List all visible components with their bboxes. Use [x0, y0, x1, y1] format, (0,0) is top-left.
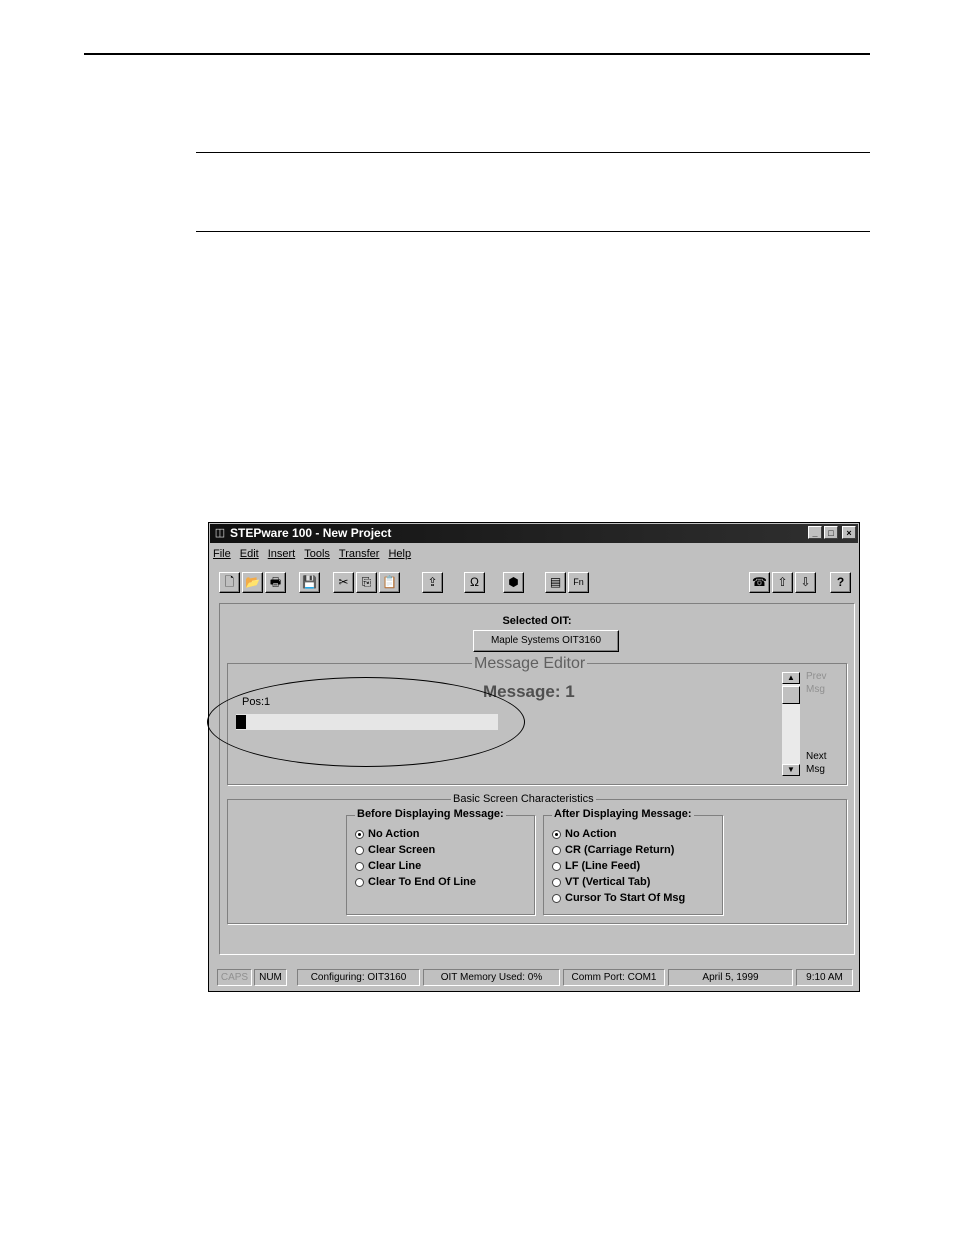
before-option-clear-screen[interactable]: Clear Screen — [355, 844, 435, 856]
after-option-no-action[interactable]: No Action — [552, 828, 617, 840]
radio-selected[interactable] — [552, 829, 561, 839]
menu-file[interactable]: File — [213, 545, 231, 563]
after-option-lf[interactable]: LF (Line Feed) — [552, 860, 640, 872]
dial-icon[interactable]: ☎ — [749, 572, 770, 593]
status-caps: CAPS — [217, 969, 252, 986]
menu-tools[interactable]: Tools — [304, 545, 330, 563]
scroll-down-arrow-icon[interactable]: ▼ — [782, 764, 800, 776]
radio[interactable] — [355, 877, 364, 887]
before-display-title: Before Displaying Message: — [355, 808, 506, 820]
status-num: NUM — [254, 969, 287, 986]
option-label: VT (Vertical Tab) — [565, 876, 651, 888]
radio[interactable] — [552, 861, 561, 871]
copy-icon[interactable]: ⎘ — [356, 572, 377, 593]
toolbar: 🗋 📂 🖶 💾 ✂ ⎘ 📋 ⇪ Ω ⬢ ▤ Fn ☎ ⇧ ⇩ ? — [209, 567, 859, 595]
radio[interactable] — [552, 877, 561, 887]
status-configuring: Configuring: OIT3160 — [297, 969, 420, 986]
after-option-vt[interactable]: VT (Vertical Tab) — [552, 876, 650, 888]
status-comm-port: Comm Port: COM1 — [563, 969, 665, 986]
heading-rule-top — [196, 152, 870, 153]
menu-insert[interactable]: Insert — [268, 545, 296, 563]
before-display-group: Before Displaying Message: No Action Cle… — [346, 808, 535, 915]
highlight-ellipse — [207, 677, 525, 767]
option-label: Cursor To Start Of Msg — [565, 892, 686, 904]
option-label: Clear To End Of Line — [368, 876, 476, 888]
title-bar[interactable]: ◫ STEPware 100 - New Project _ □ × — [210, 524, 858, 543]
message-scrollbar[interactable]: ▲ ▼ — [782, 672, 800, 776]
basic-screen-title: Basic Screen Characteristics — [451, 793, 596, 805]
help-icon[interactable]: ? — [830, 572, 851, 593]
option-label: Clear Screen — [368, 844, 436, 856]
app-icon[interactable]: ◫ — [213, 526, 227, 540]
option-label: CR (Carriage Return) — [565, 844, 675, 856]
option-label: LF (Line Feed) — [565, 860, 641, 872]
message-editor-title: Message Editor — [472, 655, 588, 673]
radio[interactable] — [355, 861, 364, 871]
send-icon[interactable]: ⇧ — [772, 572, 793, 593]
minimize-button[interactable]: _ — [808, 526, 822, 539]
radio[interactable] — [355, 845, 364, 855]
heading-rule-bottom — [196, 231, 870, 232]
page-top-rule — [84, 53, 870, 55]
maximize-button[interactable]: □ — [824, 526, 838, 539]
after-option-cr[interactable]: CR (Carriage Return) — [552, 844, 674, 856]
after-option-cursor-start[interactable]: Cursor To Start Of Msg — [552, 892, 685, 904]
message-editor-group: Message Editor Message: 1 Pos:1 ▲ ▼ Prev… — [207, 655, 847, 785]
radio[interactable] — [552, 893, 561, 903]
close-button[interactable]: × — [842, 526, 856, 539]
download-icon[interactable]: ⬢ — [503, 572, 524, 593]
radio[interactable] — [552, 845, 561, 855]
main-panel: Selected OIT: Maple Systems OIT3160 Mess… — [207, 603, 855, 955]
status-bar: CAPS NUM Configuring: OIT3160 OIT Memory… — [217, 969, 853, 986]
option-label: No Action — [368, 828, 420, 840]
paste-icon[interactable]: 📋 — [379, 572, 400, 593]
status-memory: OIT Memory Used: 0% — [423, 969, 560, 986]
before-option-no-action[interactable]: No Action — [355, 828, 420, 840]
menu-help[interactable]: Help — [388, 545, 411, 563]
menu-bar: File Edit Insert Tools Transfer Help — [213, 545, 411, 563]
prev-msg-label: Prev Msg — [806, 671, 827, 695]
print-setup-icon[interactable]: ▤ — [545, 572, 566, 593]
window-title: STEPware 100 - New Project — [230, 526, 392, 540]
menu-transfer[interactable]: Transfer — [339, 545, 380, 563]
new-file-icon[interactable]: 🗋 — [219, 572, 240, 593]
function-key-icon[interactable]: Fn — [568, 572, 589, 593]
application-window: ◫ STEPware 100 - New Project _ □ × File … — [207, 522, 860, 992]
menu-edit[interactable]: Edit — [240, 545, 259, 563]
save-icon[interactable]: 💾 — [299, 572, 320, 593]
before-option-clear-line[interactable]: Clear Line — [355, 860, 421, 872]
before-option-clear-to-end[interactable]: Clear To End Of Line — [355, 876, 476, 888]
cut-icon[interactable]: ✂ — [333, 572, 354, 593]
upload-icon[interactable]: ⇪ — [422, 572, 443, 593]
open-file-icon[interactable]: 📂 — [242, 572, 263, 593]
radio-selected[interactable] — [355, 829, 364, 839]
status-time: 9:10 AM — [796, 969, 853, 986]
receive-icon[interactable]: ⇩ — [795, 572, 816, 593]
basic-screen-group: Basic Screen Characteristics Before Disp… — [227, 793, 847, 924]
print-icon[interactable]: 🖶 — [265, 572, 286, 593]
next-msg-label: Next Msg — [806, 751, 827, 775]
option-label: Clear Line — [368, 860, 422, 872]
status-date: April 5, 1999 — [668, 969, 793, 986]
scroll-thumb[interactable] — [782, 686, 800, 704]
scroll-up-arrow-icon[interactable]: ▲ — [782, 672, 800, 684]
omega-symbol-icon[interactable]: Ω — [464, 572, 485, 593]
select-oit-button[interactable]: Maple Systems OIT3160 — [473, 630, 619, 652]
option-label: No Action — [565, 828, 617, 840]
after-display-group: After Displaying Message: No Action CR (… — [543, 808, 723, 915]
after-display-title: After Displaying Message: — [552, 808, 694, 820]
selected-oit-label: Selected OIT: — [502, 615, 572, 627]
